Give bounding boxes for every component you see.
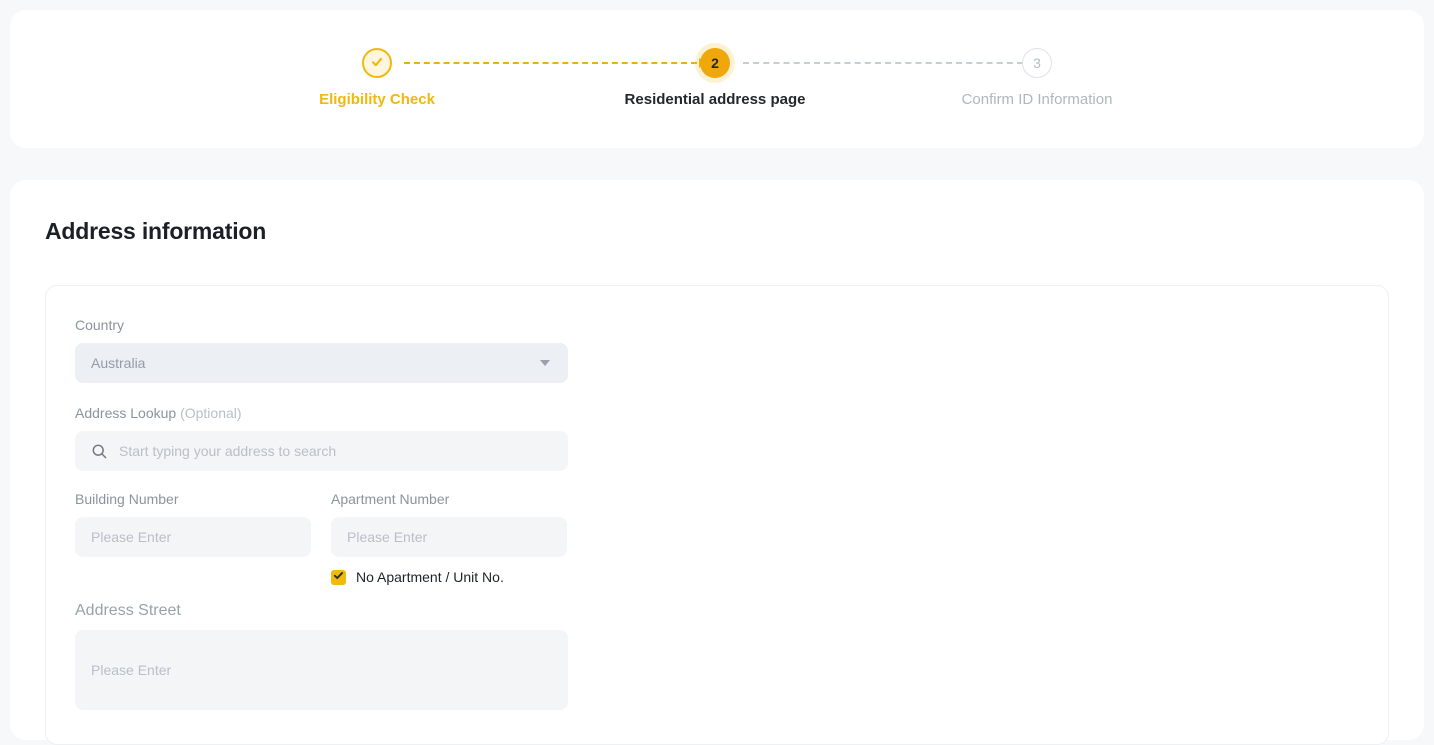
address-lookup-field[interactable] [75, 431, 568, 471]
optional-suffix: (Optional) [180, 405, 241, 421]
apartment-number-col: Apartment Number No Apartment / Unit No. [331, 491, 567, 585]
no-apartment-checkbox[interactable] [331, 570, 346, 585]
address-form-card: Address information Country Australia Ad… [10, 180, 1424, 740]
country-select-value: Australia [91, 355, 145, 371]
kyc-stepper: Eligibility Check 2 Residential address … [10, 10, 1424, 148]
check-icon [369, 54, 385, 73]
no-apartment-checkbox-label: No Apartment / Unit No. [356, 569, 504, 585]
address-street-label: Address Street [75, 601, 1358, 620]
step-upcoming-circle: 3 [1022, 48, 1052, 78]
number-fields-row: Building Number Apartment Number No Ap [75, 491, 1358, 585]
step-label-residential-address: Residential address page [575, 91, 855, 109]
address-lookup-input[interactable] [119, 443, 552, 459]
chevron-down-icon [540, 360, 550, 366]
step-completed-circle [362, 48, 392, 78]
step-residential-address: 2 Residential address page [575, 48, 855, 109]
apartment-number-input[interactable] [347, 529, 551, 545]
building-number-col: Building Number [75, 491, 311, 585]
building-number-input[interactable] [91, 529, 295, 545]
apartment-number-label: Apartment Number [331, 491, 567, 508]
search-icon [91, 443, 108, 460]
building-number-field [75, 517, 311, 557]
step-active-circle: 2 [700, 48, 730, 78]
address-lookup-label: Address Lookup (Optional) [75, 405, 1358, 422]
address-street-input[interactable] [75, 630, 568, 710]
step-confirm-id: 3 Confirm ID Information [897, 48, 1177, 109]
stepper-card: Eligibility Check 2 Residential address … [10, 10, 1424, 148]
check-icon [333, 568, 344, 586]
country-select[interactable]: Australia [75, 343, 568, 383]
no-apartment-checkbox-row[interactable]: No Apartment / Unit No. [331, 569, 567, 585]
step-eligibility-check: Eligibility Check [237, 48, 517, 109]
step-label-eligibility-check: Eligibility Check [237, 91, 517, 109]
apartment-number-field [331, 517, 567, 557]
building-number-label: Building Number [75, 491, 311, 508]
country-label: Country [75, 317, 1358, 334]
page-title: Address information [45, 218, 1389, 245]
address-form-panel: Country Australia Address Lookup (Option… [45, 285, 1389, 745]
step-label-confirm-id: Confirm ID Information [897, 91, 1177, 109]
